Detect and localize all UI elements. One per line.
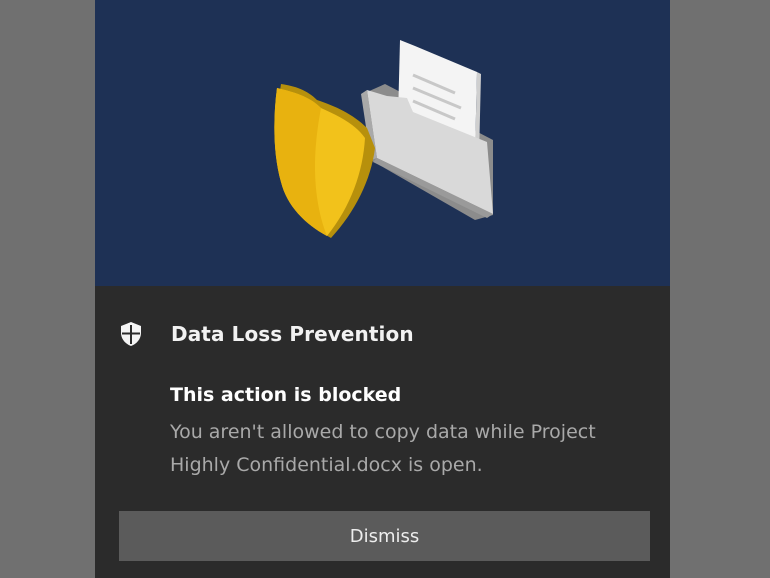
- notification-header: Data Loss Prevention: [117, 318, 414, 350]
- notification-message: You aren't allowed to copy data while Pr…: [170, 421, 596, 476]
- folder-icon: [361, 40, 493, 220]
- shield-and-folder-illustration: [274, 40, 493, 238]
- dismiss-button[interactable]: Dismiss: [119, 511, 650, 561]
- desktop-background: Data Loss Prevention This action is bloc…: [0, 0, 770, 578]
- hero-banner: [95, 0, 670, 286]
- dlp-notification-toast: Data Loss Prevention This action is bloc…: [95, 0, 670, 578]
- app-name-label: Data Loss Prevention: [171, 322, 414, 346]
- shield-icon: [274, 84, 375, 238]
- shield-icon: [117, 320, 145, 348]
- notification-title: This action is blocked: [170, 384, 402, 406]
